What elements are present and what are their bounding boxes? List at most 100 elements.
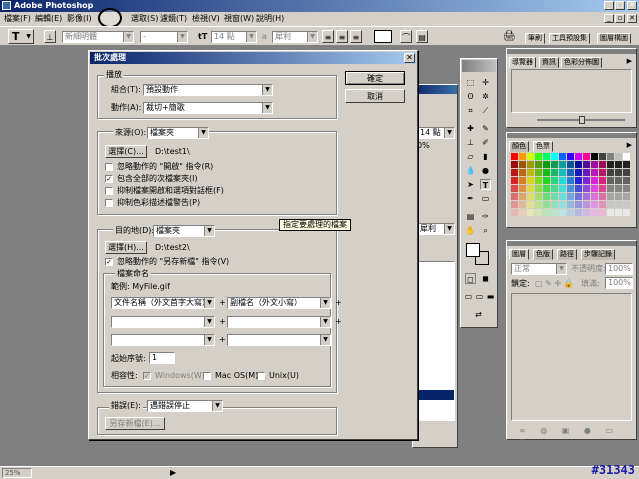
color-swatch[interactable] (575, 185, 582, 192)
color-swatch[interactable] (519, 185, 526, 192)
color-swatch[interactable] (551, 153, 558, 160)
color-swatch[interactable] (519, 177, 526, 184)
color-swatch[interactable] (527, 185, 534, 192)
color-swatch[interactable] (623, 193, 630, 200)
color-swatch[interactable] (551, 185, 558, 192)
path-selection-tool-icon[interactable]: ➤ (465, 179, 476, 190)
color-swatch[interactable] (583, 201, 590, 208)
color-swatch[interactable] (599, 209, 606, 216)
tab-info[interactable]: 資訊 (539, 57, 559, 68)
color-swatch[interactable] (551, 169, 558, 176)
color-swatch[interactable] (583, 161, 590, 168)
color-swatch[interactable] (575, 209, 582, 216)
color-swatch[interactable] (511, 201, 518, 208)
color-swatch[interactable] (583, 169, 590, 176)
color-swatch[interactable] (519, 201, 526, 208)
color-swatch[interactable] (583, 153, 590, 160)
color-swatch[interactable] (551, 209, 558, 216)
menu-help[interactable]: 說明(H) (256, 13, 284, 25)
override-open-checkbox[interactable] (105, 163, 113, 171)
menu-select[interactable]: 選取(S) (131, 13, 158, 25)
color-swatch[interactable] (623, 153, 630, 160)
source-select[interactable]: 檔案夾 ▼ (147, 127, 209, 139)
color-swatch[interactable] (591, 177, 598, 184)
compat-windows-checkbox[interactable]: ✓ (143, 372, 151, 380)
color-swatch[interactable] (535, 177, 542, 184)
color-swatch[interactable] (527, 177, 534, 184)
color-swatch[interactable] (607, 209, 614, 216)
color-swatch[interactable] (527, 193, 534, 200)
errors-save-as-button[interactable]: 另存新檔(E)... (105, 417, 165, 430)
tab-navigator[interactable]: 導覽器 (509, 57, 536, 68)
color-swatch[interactable] (559, 193, 566, 200)
tab-history[interactable]: 步驟記錄 (581, 249, 615, 260)
tab-layer-comps[interactable]: 圖層構圖 (597, 33, 631, 44)
color-swatch[interactable] (607, 201, 614, 208)
color-swatch[interactable] (591, 185, 598, 192)
lasso-tool-icon[interactable]: ʘ (465, 91, 476, 102)
move-tool-icon[interactable]: ✛ (480, 77, 491, 88)
color-swatch[interactable] (543, 185, 550, 192)
naming-field-4[interactable]: ▼ (227, 316, 331, 328)
opacity-field[interactable]: 100% (605, 263, 633, 275)
fill-field[interactable]: 100% (605, 277, 633, 289)
color-swatch[interactable] (575, 169, 582, 176)
dodge-tool-icon[interactable]: ● (480, 165, 491, 176)
color-swatch[interactable] (623, 201, 630, 208)
source-choose-button[interactable]: 選擇(C)... (105, 145, 147, 158)
color-swatch[interactable] (599, 177, 606, 184)
notes-tool-icon[interactable]: ▤ (465, 211, 476, 222)
hand-tool-icon[interactable]: ✋ (465, 225, 476, 236)
tab-histogram[interactable]: 色彩分佈圖 (561, 57, 602, 68)
gradient-tool-icon[interactable]: ▮ (480, 151, 491, 162)
color-swatch[interactable] (527, 201, 534, 208)
healing-brush-tool-icon[interactable]: ✚ (465, 123, 476, 134)
color-swatch[interactable] (591, 193, 598, 200)
color-swatch[interactable] (599, 193, 606, 200)
orientation-toggle-button[interactable]: ⊥ (44, 30, 56, 43)
cancel-button[interactable]: 取消 (345, 89, 405, 103)
color-swatch[interactable] (575, 153, 582, 160)
menu-window[interactable]: 視窗(W) (224, 13, 254, 25)
tab-channels[interactable]: 色版 (533, 249, 553, 260)
color-swatch[interactable] (519, 193, 526, 200)
warp-text-button[interactable]: ⌒ (400, 30, 412, 43)
errors-select[interactable]: 遇錯誤停止 ▼ (147, 400, 223, 412)
color-swatch[interactable] (559, 169, 566, 176)
color-swatch[interactable] (559, 161, 566, 168)
maximize-button[interactable]: □ (615, 1, 625, 10)
standard-mode-icon[interactable]: ◻ (465, 273, 476, 284)
color-swatch[interactable] (519, 153, 526, 160)
screen-mode-standard-icon[interactable]: ▭ (463, 291, 474, 302)
color-swatch[interactable] (535, 153, 542, 160)
color-swatch[interactable] (583, 209, 590, 216)
color-swatch[interactable] (519, 161, 526, 168)
override-save-as-checkbox[interactable]: ✓ (105, 258, 113, 266)
color-swatch[interactable] (607, 161, 614, 168)
zoom-tool-icon[interactable]: ⌕ (480, 225, 491, 236)
color-swatch[interactable] (511, 169, 518, 176)
color-swatch[interactable] (535, 185, 542, 192)
eyedropper-tool-icon[interactable]: ✑ (480, 211, 491, 222)
serial-input[interactable]: 1 (149, 352, 175, 364)
doc-restore-button[interactable]: ▫ (615, 14, 625, 23)
navigator-slider-thumb[interactable] (579, 116, 585, 124)
color-swatch[interactable] (615, 193, 622, 200)
color-swatch[interactable] (535, 201, 542, 208)
color-swatch[interactable] (607, 153, 614, 160)
panel-menu-icon[interactable]: ▶ (627, 57, 632, 65)
color-swatch[interactable] (591, 169, 598, 176)
color-swatch[interactable] (567, 161, 574, 168)
color-swatch[interactable] (575, 161, 582, 168)
color-swatch[interactable] (615, 161, 622, 168)
naming-field-2[interactable]: 副檔名（外文小寫） ▼ (227, 297, 331, 309)
eraser-tool-icon[interactable]: ▱ (465, 151, 476, 162)
brush-tool-icon[interactable]: ✎ (480, 123, 491, 134)
text-color-swatch[interactable] (374, 30, 392, 43)
color-swatch[interactable] (543, 209, 550, 216)
align-right-button[interactable]: ≡ (350, 30, 362, 43)
bg-doc-size-field[interactable]: 14 點 ▼ (417, 127, 455, 139)
doc-minimize-button[interactable]: _ (604, 14, 614, 23)
color-swatch[interactable] (615, 169, 622, 176)
tab-swatches[interactable]: 色票 (533, 141, 553, 152)
